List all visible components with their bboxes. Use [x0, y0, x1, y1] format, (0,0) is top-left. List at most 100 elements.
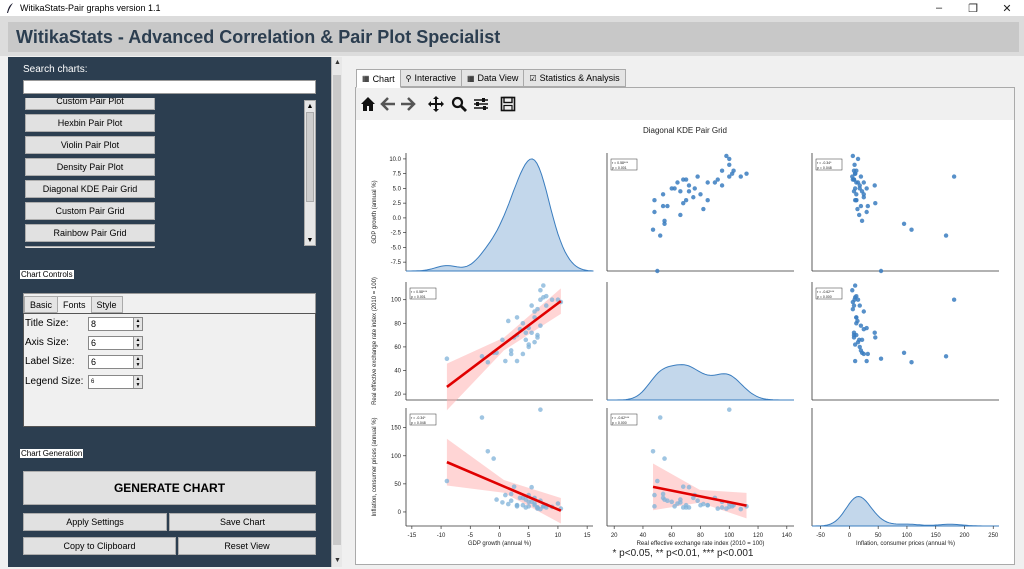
chart-item-rainbow-pair-grid[interactable]: Rainbow Pair Grid	[25, 224, 155, 242]
scatter-point	[660, 203, 666, 209]
list-scroll-thumb[interactable]	[306, 112, 314, 202]
pan-icon[interactable]	[427, 95, 445, 113]
axis-size-spinbox[interactable]: 6 ▲ ▼	[88, 336, 143, 350]
home-icon[interactable]	[359, 95, 377, 113]
scatter-point	[731, 168, 736, 173]
label-size-spinbox[interactable]: 6 ▲ ▼	[88, 355, 143, 369]
scroll-down-icon[interactable]: ▼	[332, 555, 343, 566]
feather-icon	[4, 2, 16, 14]
scatter-point	[514, 315, 520, 320]
spin-arrows-icon[interactable]: ▲ ▼	[133, 318, 142, 330]
search-label: Search charts:	[23, 64, 88, 75]
y-tick-label: 2.5	[393, 201, 402, 207]
scatter-point	[852, 186, 858, 191]
chart-item-density-pair-plot[interactable]: Density Pair Plot	[25, 158, 155, 176]
scroll-up-icon[interactable]: ▲	[332, 57, 343, 68]
chart-item-partial[interactable]	[25, 246, 155, 248]
scatter-point	[491, 456, 496, 461]
tab-fonts[interactable]: Fonts	[57, 296, 92, 313]
x-tick-label: 10	[555, 533, 562, 539]
restore-icon[interactable]: ❐	[956, 0, 990, 16]
scatter-point	[698, 192, 703, 197]
scatter-point	[724, 153, 729, 159]
scatter-point	[514, 502, 520, 508]
scatter-point	[658, 233, 663, 238]
y-tick-label: 0.0	[393, 216, 402, 222]
spin-arrows-icon[interactable]: ▲ ▼	[133, 337, 142, 349]
label-size-value: 6	[91, 357, 97, 367]
chart-item-custom-pair-plot[interactable]: Custom Pair Plot	[25, 98, 155, 110]
scatter-point	[851, 335, 857, 340]
scatter-point	[701, 501, 706, 507]
minimize-icon[interactable]: –	[922, 0, 956, 16]
scatter-point	[652, 492, 657, 498]
apply-settings-button[interactable]: Apply Settings	[23, 513, 167, 531]
legend-size-label: Legend Size:	[25, 376, 84, 387]
spin-arrows-icon[interactable]: ▲ ▼	[133, 376, 142, 388]
save-icon[interactable]	[499, 95, 517, 113]
scatter-point	[675, 180, 680, 185]
scatter-point	[686, 183, 692, 188]
close-icon[interactable]: ✕	[990, 0, 1024, 16]
scatter-point	[692, 186, 697, 191]
list-scroll-down-icon[interactable]: ▼	[305, 235, 315, 245]
save-chart-button[interactable]: Save Chart	[169, 513, 316, 531]
corr-p-label: p = 0.000	[612, 421, 627, 425]
confidence-band	[446, 288, 561, 411]
x-tick-label: -5	[468, 533, 474, 539]
y-tick-label: 7.5	[393, 172, 402, 178]
zoom-icon[interactable]	[450, 95, 468, 113]
scatter-point	[861, 180, 866, 185]
tab-data-view[interactable]: ▦ Data View	[460, 69, 525, 87]
x-axis-label-inflation: Inflation, consumer prices (annual %)	[856, 541, 955, 547]
scatter-point	[678, 497, 683, 502]
y-tick-label: 50	[394, 482, 401, 488]
chart-item-violin-pair-plot[interactable]: Violin Pair Plot	[25, 136, 155, 154]
y-tick-label: -5.0	[391, 245, 402, 251]
configure-subplots-icon[interactable]	[472, 95, 490, 113]
tab-statistics[interactable]: ☑ Statistics & Analysis	[523, 69, 626, 87]
chart-item-hexbin-pair-plot[interactable]: Hexbin Pair Plot	[25, 114, 155, 132]
scatter-point	[864, 186, 869, 191]
scatter-point	[500, 337, 505, 343]
scatter-point	[705, 198, 710, 203]
tab-interactive[interactable]: ⚲ Interactive	[399, 69, 462, 87]
x-tick-label: 250	[988, 533, 999, 539]
tab-style[interactable]: Style	[90, 296, 123, 313]
scatter-point	[523, 337, 529, 343]
scatter-point	[555, 501, 561, 506]
scatter-point	[529, 484, 534, 490]
sidebar-scrollbar[interactable]: ▲ ▼	[331, 57, 342, 567]
tab-chart[interactable]: ▦ Chart	[356, 69, 401, 88]
back-arrow-icon[interactable]	[379, 95, 397, 113]
spin-arrows-icon[interactable]: ▲ ▼	[133, 356, 142, 368]
sidebar-scroll-thumb[interactable]	[333, 75, 341, 545]
copy-to-clipboard-button[interactable]: Copy to Clipboard	[23, 537, 176, 555]
scatter-point	[715, 177, 720, 182]
legend-size-spinbox[interactable]: 6 ▲ ▼	[88, 375, 143, 389]
controls-tabs: Basic Fonts Style	[24, 296, 123, 313]
magnifier-tab-icon: ⚲	[405, 73, 412, 83]
title-size-spinbox[interactable]: 8 ▲ ▼	[88, 317, 143, 331]
scatter-point	[652, 198, 657, 203]
reset-view-button[interactable]: Reset View	[178, 537, 316, 555]
scatter-point	[538, 407, 543, 412]
forward-arrow-icon[interactable]	[399, 95, 417, 113]
plot-canvas[interactable]: Diagonal KDE Pair Grid -7.5 -5.0 -2.5 0.0 2.5…	[356, 120, 1014, 564]
y-tick-label: 40	[394, 369, 401, 375]
chart-list-scrollbar[interactable]: ▲ ▼	[304, 100, 316, 246]
chart-item-diagonal-kde-pair-grid[interactable]: Diagonal KDE Pair Grid	[25, 180, 155, 198]
search-input[interactable]	[23, 80, 316, 94]
tab-basic[interactable]: Basic	[24, 296, 59, 313]
corr-p-label: p = 0.001	[612, 166, 627, 170]
scatter-point	[951, 174, 957, 179]
legend-size-value: 6	[91, 379, 95, 385]
scatter-point	[738, 174, 743, 179]
list-scroll-up-icon[interactable]: ▲	[305, 101, 315, 111]
scatter-point	[526, 504, 532, 509]
scatter-point	[852, 283, 858, 288]
scatter-point	[855, 206, 860, 212]
generate-chart-button[interactable]: GENERATE CHART	[23, 471, 316, 505]
tab-statistics-label: Statistics & Analysis	[539, 73, 620, 83]
chart-item-custom-pair-grid[interactable]: Custom Pair Grid	[25, 202, 155, 220]
